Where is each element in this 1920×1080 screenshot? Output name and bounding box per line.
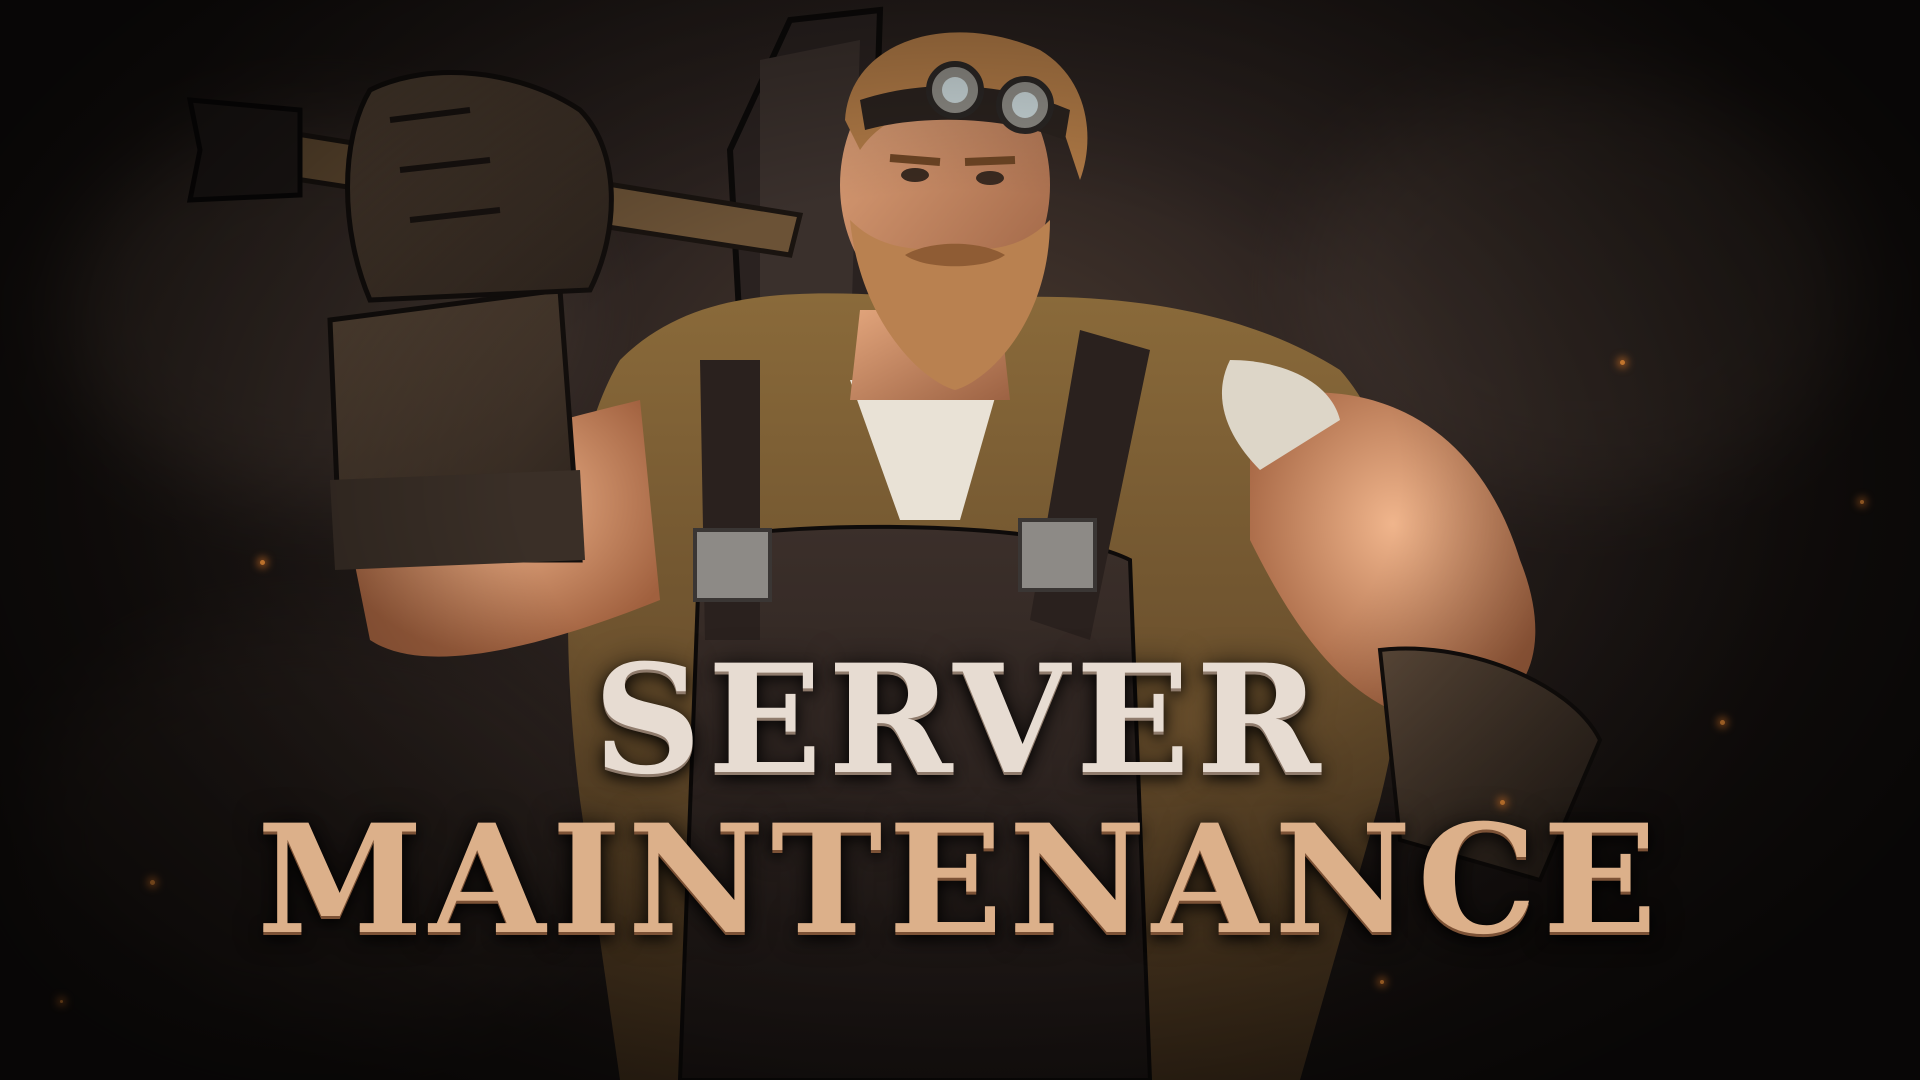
ember-spark xyxy=(260,560,265,565)
title-maintenance: MAINTENANCE xyxy=(257,792,1663,968)
ember-spark xyxy=(60,1000,63,1003)
ember-spark xyxy=(1860,500,1864,504)
ember-spark xyxy=(1380,980,1384,984)
maintenance-banner: SERVER MAINTENANCE xyxy=(0,0,1920,1080)
title-server: SERVER xyxy=(593,632,1327,808)
ember-spark xyxy=(1620,360,1625,365)
